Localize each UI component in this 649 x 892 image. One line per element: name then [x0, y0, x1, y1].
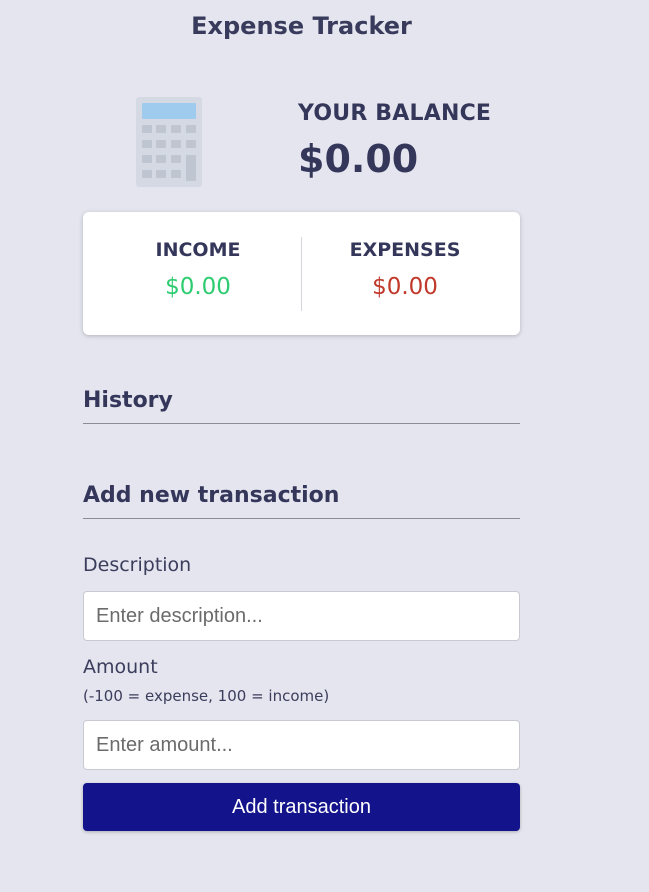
income-value: $0.00 [165, 274, 231, 300]
description-input[interactable] [83, 591, 520, 641]
app-title: Expense Tracker [191, 12, 412, 40]
add-transaction-heading: Add new transaction [83, 483, 520, 519]
description-label: Description [83, 554, 192, 576]
expenses-value: $0.00 [372, 274, 438, 300]
income-panel: INCOME $0.00 [95, 212, 301, 335]
expenses-label: EXPENSES [349, 239, 461, 261]
income-label: INCOME [155, 239, 241, 261]
amount-label: Amount [83, 656, 158, 678]
balance-amount: $0.00 [298, 137, 419, 181]
add-transaction-button[interactable]: Add transaction [83, 783, 520, 831]
income-expense-card: INCOME $0.00 EXPENSES $0.00 [83, 212, 520, 335]
amount-hint: (-100 = expense, 100 = income) [83, 687, 330, 705]
balance-label: YOUR BALANCE [298, 101, 492, 126]
amount-input[interactable] [83, 720, 520, 770]
history-heading: History [83, 388, 520, 424]
expenses-panel: EXPENSES $0.00 [302, 212, 508, 335]
calculator-icon [136, 97, 202, 187]
